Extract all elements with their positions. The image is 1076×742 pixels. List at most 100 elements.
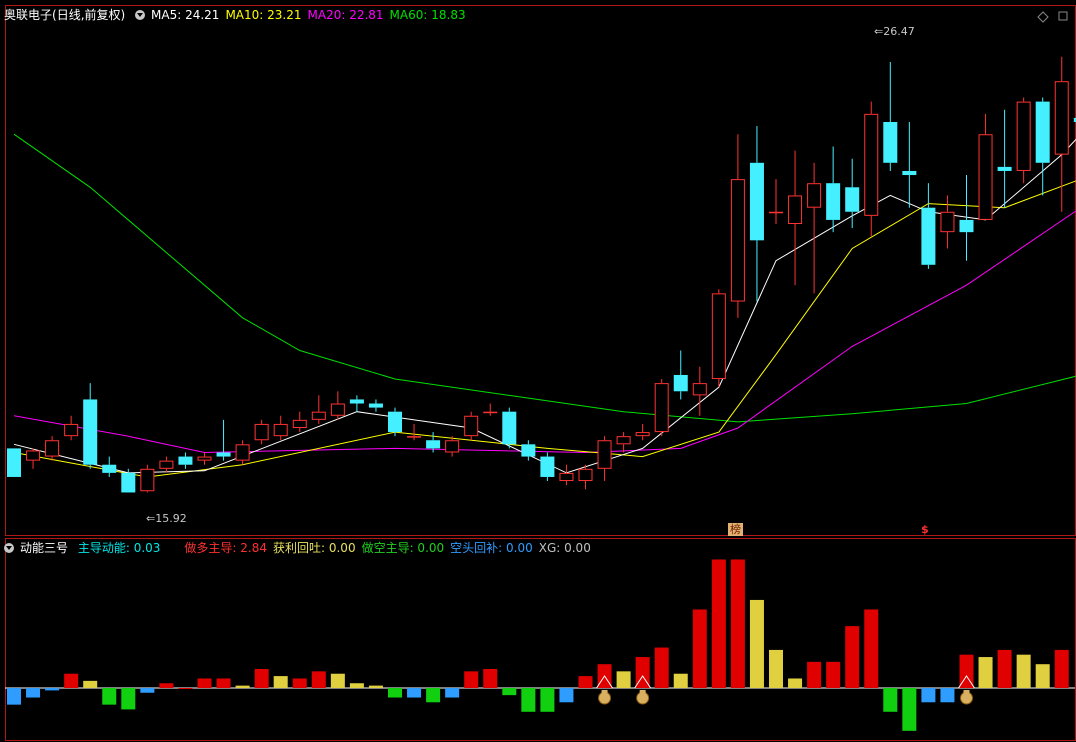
- candle: [464, 411, 479, 441]
- indicator-bar: [159, 683, 174, 688]
- dropdown-icon[interactable]: [135, 10, 146, 20]
- candle: [292, 411, 307, 433]
- indicator-bar: [197, 678, 212, 688]
- candle-body: [388, 411, 402, 433]
- indicator-bar: [807, 661, 822, 688]
- candle-body: [254, 423, 269, 441]
- indicator-bar: [7, 688, 21, 705]
- indicator-bar: [711, 559, 726, 688]
- money-bag-top: [639, 690, 646, 693]
- candle-body: [807, 183, 822, 208]
- indicator-bar: [426, 688, 441, 703]
- candle-body: [407, 436, 422, 438]
- indicator-bar: [235, 685, 250, 688]
- indicator-bar: [902, 688, 917, 731]
- candle: [273, 415, 288, 441]
- candle: [26, 448, 41, 469]
- candle-body: [483, 411, 498, 414]
- indicator-legend-item: 主导动能: 0.03: [77, 541, 161, 555]
- indicator-bar: [673, 673, 688, 688]
- stock-name[interactable]: 奥联电子: [4, 8, 52, 22]
- price-panel-border: [5, 5, 1076, 536]
- candle: [178, 452, 193, 469]
- candle: [7, 448, 21, 477]
- candlestick-series[interactable]: [7, 53, 1076, 493]
- candle-body: [311, 411, 326, 420]
- candle: [483, 403, 498, 416]
- candle-body: [502, 411, 517, 445]
- indicator-bar: [311, 671, 326, 688]
- indicator-bar: [464, 671, 479, 688]
- diamond-icon[interactable]: [1037, 11, 1049, 23]
- candle: [807, 162, 822, 294]
- candle: [349, 395, 364, 412]
- candle: [83, 383, 98, 469]
- candle-body: [559, 472, 574, 482]
- indicator-bar: [1054, 649, 1069, 688]
- indicator-bar: [102, 688, 117, 705]
- ma-legend: MA5: 24.21 MA10: 23.21 MA20: 22.81 MA60: 18…: [151, 8, 472, 22]
- low-price-label: ⇐15.92: [146, 512, 187, 525]
- candle: [883, 62, 898, 171]
- indicator-name[interactable]: 动能三号: [20, 541, 68, 555]
- candle-body: [197, 456, 212, 461]
- indicator-bar: [845, 626, 860, 688]
- indicator-bar: [349, 683, 364, 688]
- candle-body: [1035, 101, 1050, 163]
- money-bag-icon: [636, 691, 650, 705]
- candle-body: [692, 383, 707, 396]
- candle: [749, 126, 764, 302]
- candle: [254, 419, 269, 445]
- candle: [216, 419, 231, 461]
- indicator-bar: [26, 688, 41, 698]
- indicator-bar: [45, 688, 60, 691]
- indicator-bar: [749, 599, 764, 688]
- indicator-bar: [921, 688, 936, 703]
- candle-body: [83, 399, 98, 465]
- ma60-path: [13, 133, 1076, 423]
- candle: [502, 407, 517, 449]
- candle-body: [921, 207, 936, 265]
- candle-body: [102, 464, 117, 473]
- ma20-path: [13, 210, 1076, 454]
- dollar-marker[interactable]: $: [921, 523, 929, 536]
- indicator-bar: [883, 688, 898, 712]
- candle: [159, 456, 174, 473]
- chart-stage[interactable]: [0, 0, 1076, 742]
- candle: [445, 436, 460, 457]
- candle: [711, 289, 726, 388]
- candle: [45, 436, 60, 461]
- indicator-bar: [178, 688, 193, 689]
- indicator-bar: [730, 559, 745, 688]
- candle: [997, 109, 1012, 208]
- window-icon[interactable]: [1058, 11, 1068, 21]
- candle-body: [940, 211, 955, 233]
- candle-body: [1054, 81, 1069, 155]
- candle-body: [616, 436, 631, 445]
- candle: [902, 122, 917, 208]
- candle: [102, 456, 117, 477]
- indicator-bar: [997, 649, 1012, 688]
- money-bag-top: [601, 690, 608, 693]
- indicator-bar: [654, 647, 669, 688]
- candle-body: [711, 293, 726, 380]
- indicator-bar: [940, 688, 955, 703]
- indicator-bar: [978, 657, 993, 688]
- indicator-bar: [578, 676, 593, 688]
- candle: [940, 195, 955, 249]
- candle-body: [426, 440, 441, 449]
- candle: [845, 158, 860, 229]
- candle: [1035, 97, 1050, 196]
- candle-body: [540, 456, 555, 477]
- candle: [235, 440, 250, 465]
- candle: [616, 432, 631, 453]
- candle: [1054, 56, 1069, 212]
- dropdown-icon[interactable]: [4, 543, 14, 553]
- candle: [635, 423, 650, 441]
- indicator-bar: [483, 668, 498, 688]
- candle-body: [578, 468, 593, 482]
- indicator-bar: [83, 680, 98, 688]
- bang-badge[interactable]: 榜: [728, 523, 743, 536]
- ma-legend-item: MA5: 24.21: [151, 8, 220, 22]
- candle-body: [273, 423, 288, 437]
